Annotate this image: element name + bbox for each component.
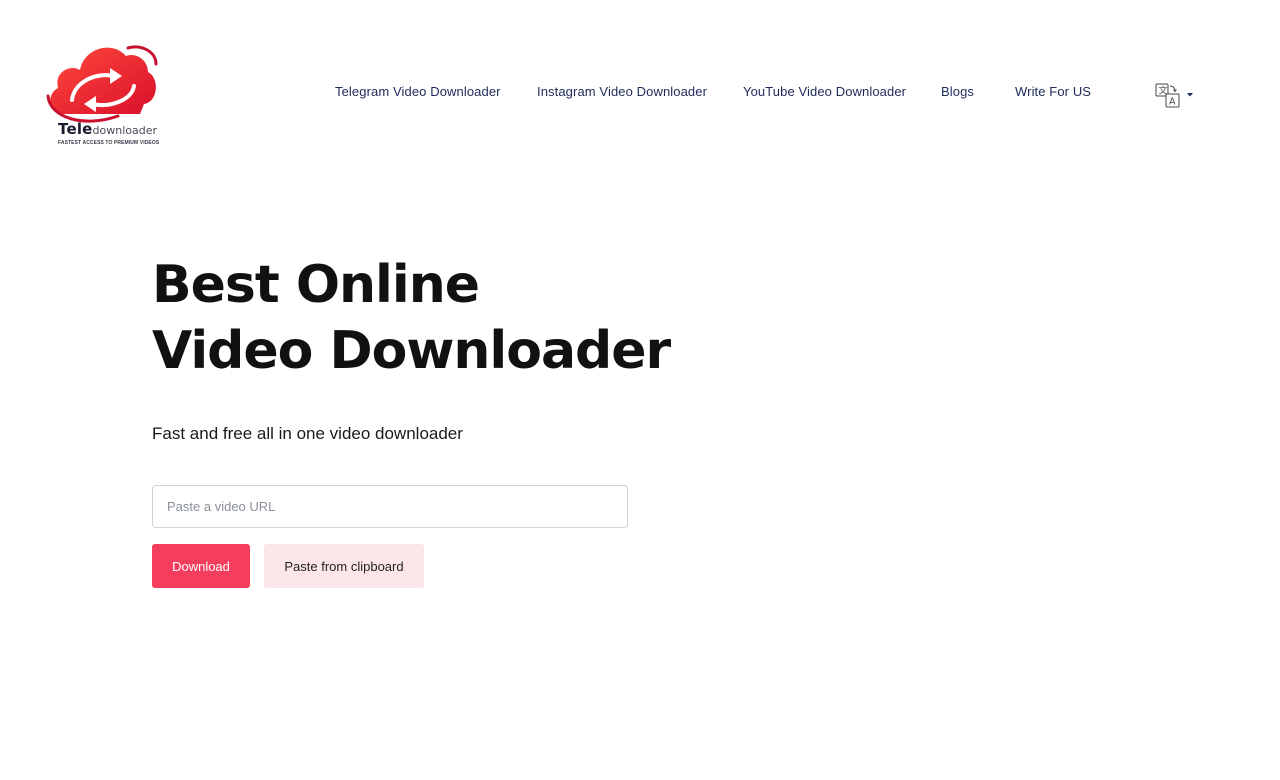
translate-icon: 文 A <box>1155 83 1180 108</box>
page-title: Best Online Video Downloader <box>152 252 671 384</box>
video-url-input[interactable] <box>152 485 628 528</box>
nav-instagram-video-downloader[interactable]: Instagram Video Downloader <box>537 84 707 99</box>
logo-tagline: FASTEST ACCESS TO PREMIUM VIDEOS <box>58 140 160 146</box>
svg-text:A: A <box>1169 97 1176 108</box>
download-button[interactable]: Download <box>152 544 250 588</box>
logo-wordmark: Teledownloader <box>58 121 157 137</box>
logo-word-bold: Tele <box>58 120 93 138</box>
page-subtitle: Fast and free all in one video downloade… <box>152 424 463 443</box>
paste-from-clipboard-button[interactable]: Paste from clipboard <box>264 544 424 588</box>
language-selector[interactable]: 文 A <box>1155 82 1197 110</box>
page-title-line1: Best Online <box>152 255 480 315</box>
nav-telegram-video-downloader[interactable]: Telegram Video Downloader <box>335 84 501 99</box>
site-logo[interactable]: Teledownloader FASTEST ACCESS TO PREMIUM… <box>44 38 162 150</box>
page-title-line2: Video Downloader <box>152 321 671 381</box>
nav-youtube-video-downloader[interactable]: YouTube Video Downloader <box>743 84 906 99</box>
cloud-arrows-icon <box>46 45 158 123</box>
nav-blogs[interactable]: Blogs <box>941 84 974 99</box>
nav-write-for-us[interactable]: Write For US <box>1015 84 1091 99</box>
logo-word-light: downloader <box>92 124 158 137</box>
caret-down-icon <box>1187 93 1193 97</box>
